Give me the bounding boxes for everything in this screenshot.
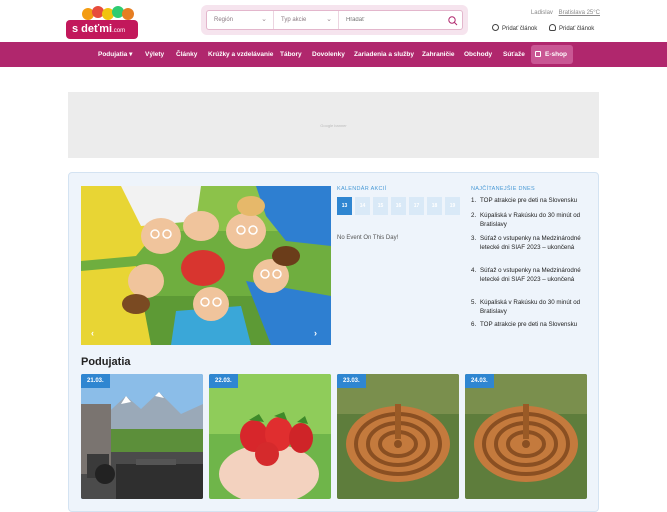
add-article-link[interactable]: Pridať článok: [492, 24, 537, 32]
user-name[interactable]: Ladislav: [531, 10, 553, 16]
featured-panel: ‹ › KALENDÁR AKCIÍ 13 14 15 16 17 18 19 …: [68, 172, 599, 512]
chevron-right-icon[interactable]: ›: [314, 328, 317, 338]
add-article-link-2[interactable]: Pridať článok: [549, 24, 594, 32]
events-calendar: KALENDÁR AKCIÍ 13 14 15 16 17 18 19 13 N…: [337, 186, 467, 241]
user-area: Ladislav Bratislava 25°C Pridať článok P…: [492, 8, 612, 36]
wooden-maze-photo: [337, 374, 459, 499]
chevron-down-icon: ▾: [129, 51, 133, 58]
most-read-title: NAJČÍTANEJŠIE DNES: [471, 186, 535, 192]
main-nav: Podujatia ▾ Výlety Články Krúžky a vzdel…: [0, 42, 667, 67]
chevron-down-icon: ⌄: [261, 16, 267, 23]
event-date: 23.03.: [337, 374, 366, 388]
ad-label: Google banner: [320, 123, 347, 128]
calendar-day[interactable]: 19: [445, 197, 460, 215]
search-box: Región ⌄ Typ akcie ⌄: [206, 10, 463, 30]
search-input[interactable]: [339, 11, 444, 29]
calendar-day[interactable]: 15: [373, 197, 388, 215]
calendar-day[interactable]: 14: [355, 197, 370, 215]
calendar-day[interactable]: 13: [337, 197, 352, 215]
user-icon: [549, 24, 556, 31]
camper-mountains-photo: [81, 374, 203, 499]
event-date: 24.03.: [465, 374, 494, 388]
event-date: 21.03.: [81, 374, 110, 388]
event-card[interactable]: 23.03.: [337, 374, 459, 499]
region-select[interactable]: Región ⌄: [207, 11, 274, 29]
nav-item-zariadenia[interactable]: Zariadenia a služby: [354, 42, 414, 67]
logo-wordmark: s deťmi.com: [66, 20, 138, 39]
chevron-down-icon: ⌄: [326, 16, 332, 23]
event-card[interactable]: 24.03.: [465, 374, 587, 499]
ad-banner[interactable]: Google banner: [68, 92, 599, 158]
eshop-button[interactable]: E-shop: [531, 45, 573, 64]
weather-info: Ladislav Bratislava 25°C: [531, 10, 600, 16]
weather-link[interactable]: Bratislava 25°C: [559, 10, 600, 16]
nav-item-sutaze[interactable]: Súťaže: [503, 42, 525, 67]
event-card[interactable]: 21.03.: [81, 374, 203, 499]
nav-item-tabory[interactable]: Tábory: [280, 42, 302, 67]
event-type-select[interactable]: Typ akcie ⌄: [274, 11, 339, 29]
search-icon[interactable]: [447, 14, 459, 26]
calendar-day[interactable]: 16: [391, 197, 406, 215]
shopping-bag-icon: [535, 51, 541, 57]
most-read: NAJČÍTANEJŠIE DNES 1. TOP atrakcie pre de…: [471, 186, 591, 328]
search-bar: Región ⌄ Typ akcie ⌄: [201, 5, 468, 35]
site-header: s deťmi.com Región ⌄ Typ akcie ⌄ Ladisla…: [0, 0, 667, 42]
no-event-message: No Event On This Day!: [337, 235, 399, 241]
event-date: 22.03.: [209, 374, 238, 388]
section-title: Podujatia: [81, 356, 131, 368]
calendar-day[interactable]: 18: [427, 197, 442, 215]
wooden-maze-photo: [465, 374, 587, 499]
nav-item-vylety[interactable]: Výlety: [145, 42, 164, 67]
site-logo[interactable]: s deťmi.com: [66, 6, 140, 39]
strawberries-hand-photo: [209, 374, 331, 499]
event-card[interactable]: 22.03.: [209, 374, 331, 499]
chevron-left-icon[interactable]: ‹: [91, 328, 94, 338]
nav-item-podujatia[interactable]: Podujatia ▾: [98, 42, 132, 67]
calendar-days: 13 14 15 16 17 18 19: [337, 197, 460, 217]
nav-item-clanky[interactable]: Články: [176, 42, 197, 67]
nav-item-zahranicie[interactable]: Zahraničie: [422, 42, 455, 67]
calendar-day[interactable]: 17: [409, 197, 424, 215]
children-in-grass-photo: [81, 186, 331, 345]
calendar-title: KALENDÁR AKCIÍ: [337, 186, 387, 192]
nav-item-kruzky[interactable]: Krúžky a vzdelávanie: [208, 42, 273, 67]
hero-slider[interactable]: ‹ ›: [81, 186, 331, 345]
add-circle-icon: [492, 24, 499, 31]
nav-item-obchody[interactable]: Obchody: [464, 42, 492, 67]
nav-item-dovolenky[interactable]: Dovolenky: [312, 42, 345, 67]
